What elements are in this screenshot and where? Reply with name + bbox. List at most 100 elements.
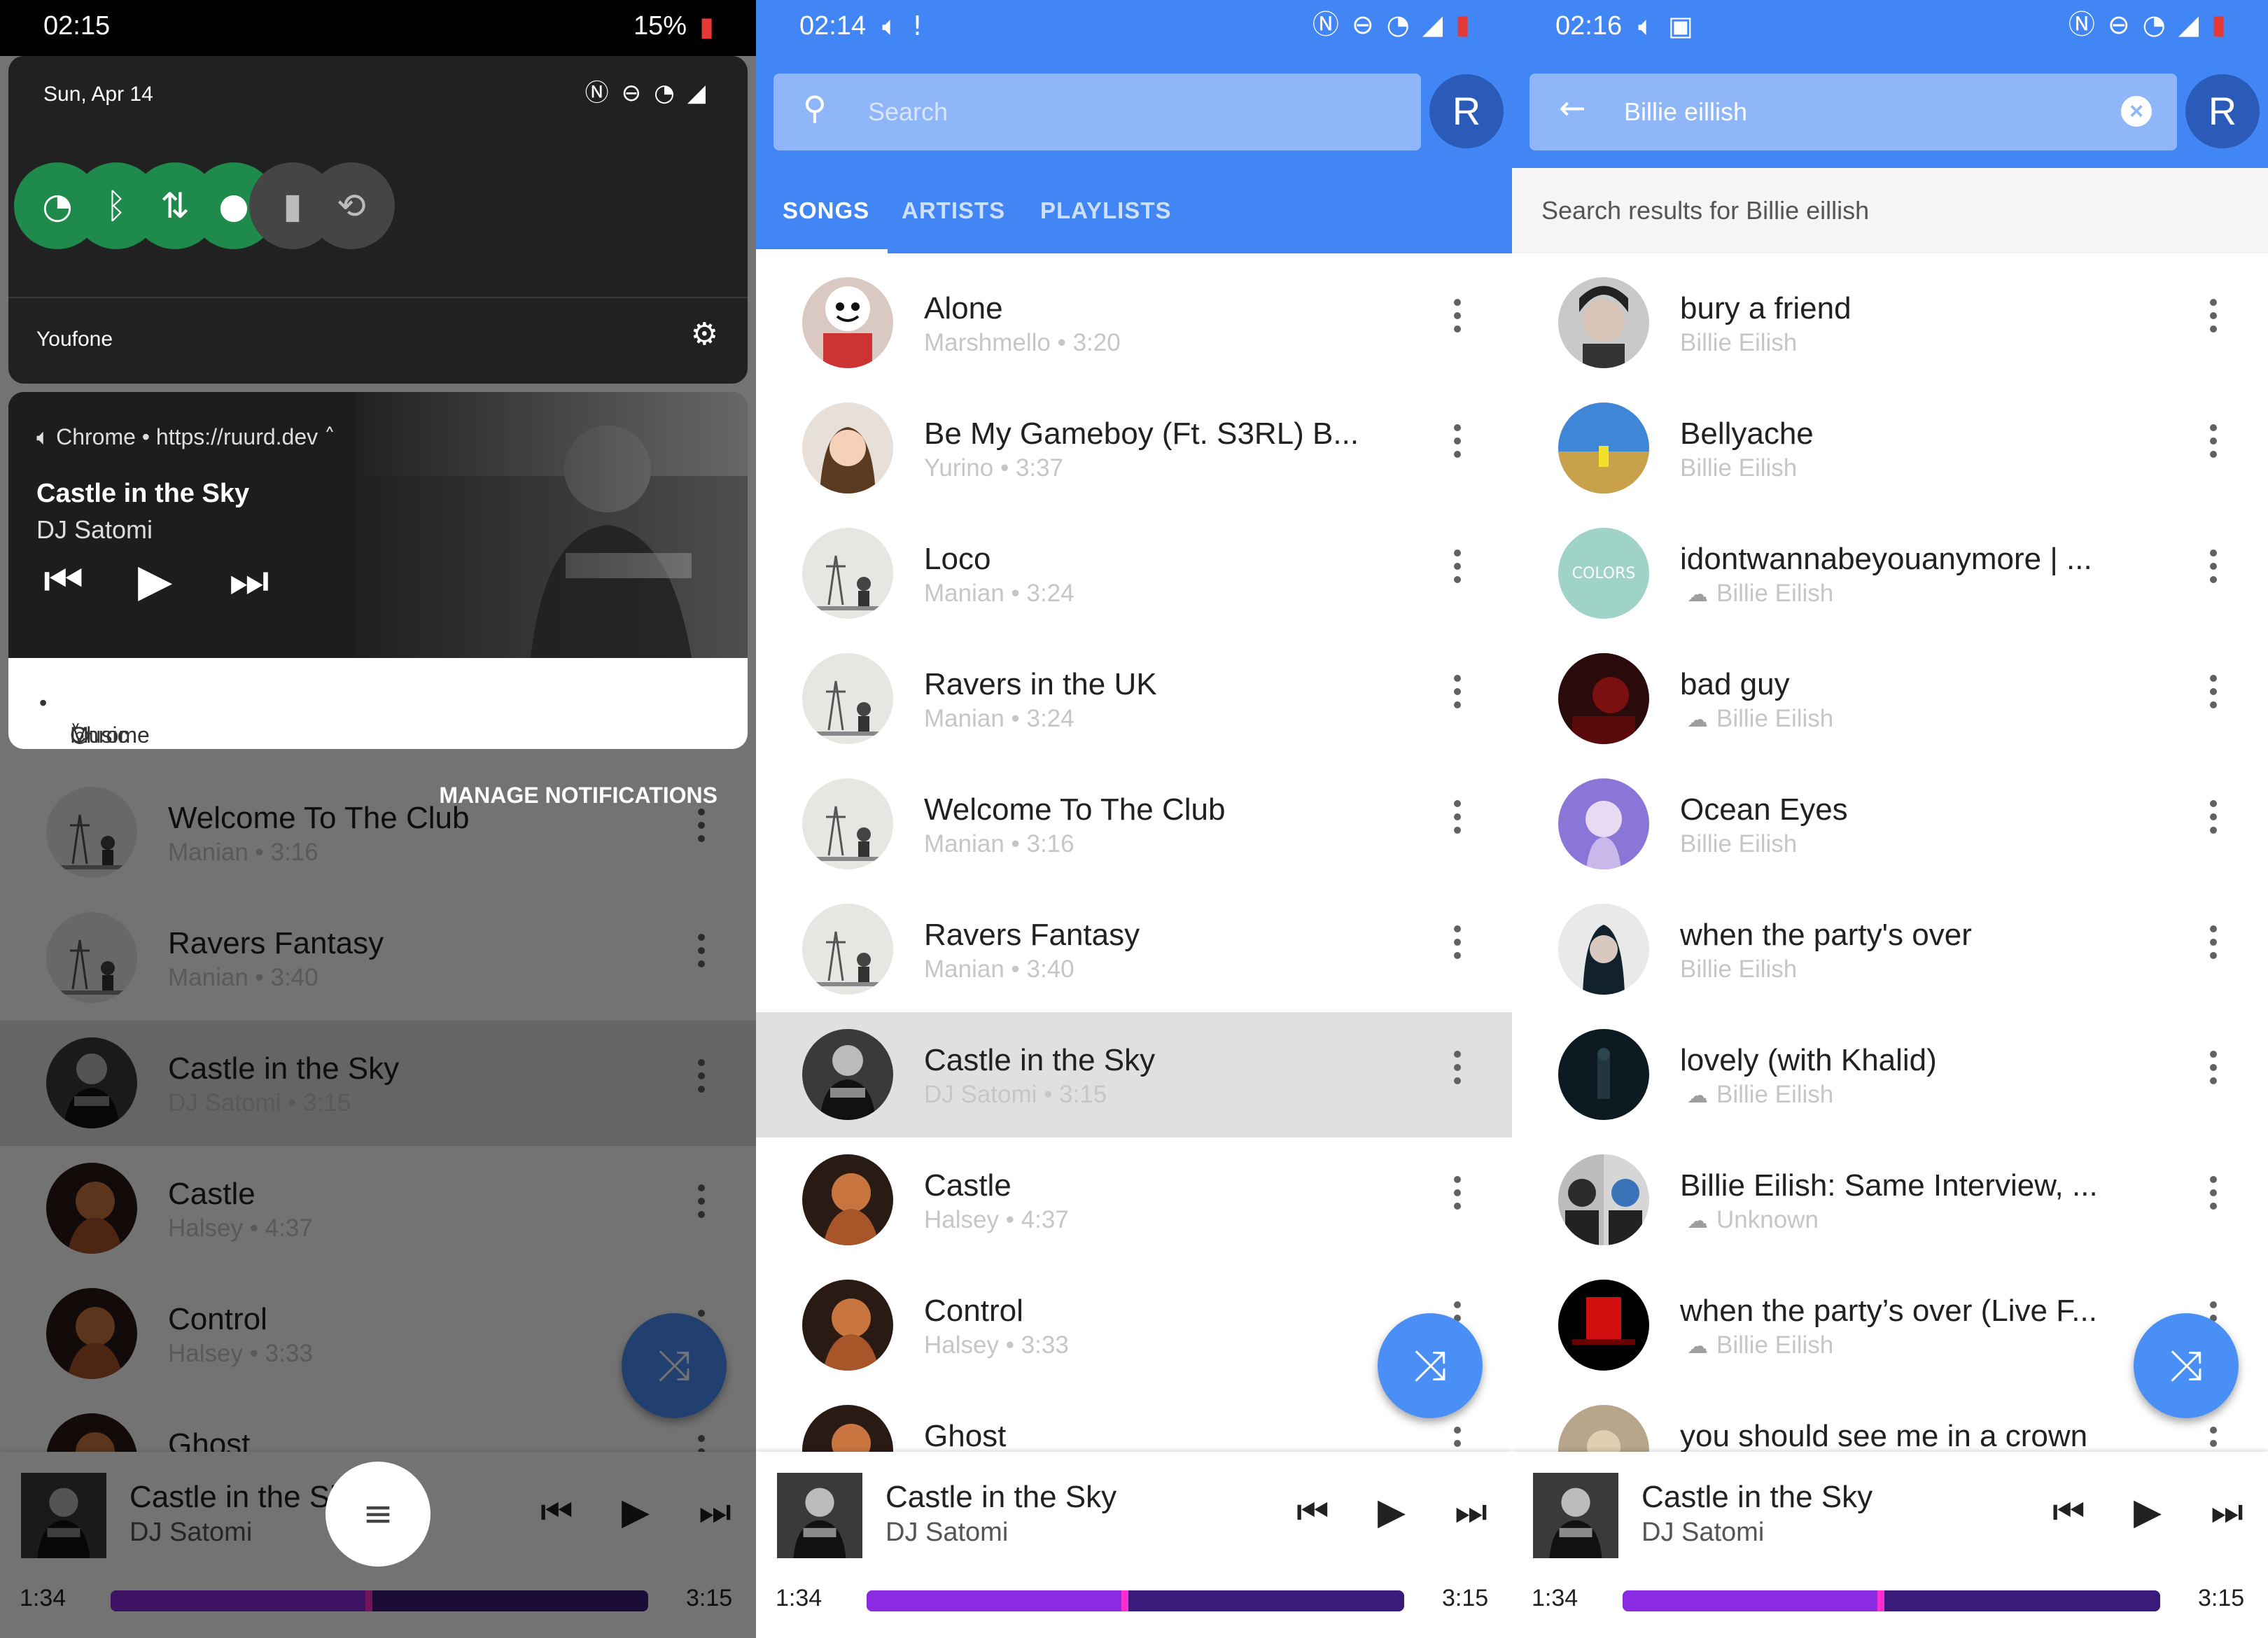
back-arrow-icon[interactable]: ← xyxy=(1559,92,1586,124)
dnd-icon: ⊖ xyxy=(621,79,642,107)
song-row[interactable]: Be My Gameboy (Ft. S3RL) B... Yurino • 3:… xyxy=(756,386,1512,511)
status-bar: 02:14 🔈︎! Ⓝ ⊖ ◔ ◢ ▮ xyxy=(756,0,1512,56)
more-options-icon[interactable] xyxy=(2205,794,2222,857)
qs-tile-auto-rotate[interactable]: ⟲ xyxy=(308,162,395,249)
battery-low-icon: ▮ xyxy=(1455,9,1470,40)
result-row[interactable]: Billie Eilish: Same Interview, ... ☁ Unkno… xyxy=(1512,1138,2268,1263)
song-title: Ghost xyxy=(924,1419,1007,1453)
volume-icon: 🔈︎ xyxy=(36,424,50,450)
more-options-icon[interactable] xyxy=(1449,668,1466,732)
song-title: Ravers Fantasy xyxy=(924,918,1140,952)
cloud-icon: ☁ xyxy=(1687,1334,1708,1359)
more-options-icon[interactable] xyxy=(2205,668,2222,732)
more-options-icon[interactable] xyxy=(1449,418,1466,481)
progress-bar[interactable] xyxy=(867,1590,1404,1611)
tab-bar: SONGS ARTISTS PLAYLISTS xyxy=(756,183,1512,253)
search-input[interactable]: Billie eillish xyxy=(1624,97,1747,127)
clear-search-icon[interactable]: × xyxy=(2121,96,2152,127)
search-bar[interactable]: ← Billie eillish × xyxy=(1530,74,2177,150)
tab-songs[interactable]: SONGS xyxy=(783,197,869,224)
more-options-icon[interactable] xyxy=(2205,1170,2222,1233)
status-time: 02:15 xyxy=(43,11,111,41)
play-button[interactable]: ▶ xyxy=(1378,1494,1406,1530)
song-row[interactable]: Loco Manian • 3:24 xyxy=(756,511,1512,636)
svg-text:COLORS: COLORS xyxy=(1572,565,1636,582)
manage-notifications-button[interactable]: MANAGE NOTIFICATIONS xyxy=(439,783,718,808)
shuffle-fab[interactable]: ⤨ xyxy=(2134,1313,2239,1418)
more-options-icon[interactable] xyxy=(1449,543,1466,606)
nfc-icon: Ⓝ xyxy=(584,79,609,107)
song-row[interactable]: Castle in the Sky DJ Satomi • 3:15 xyxy=(756,1012,1512,1138)
more-options-icon[interactable] xyxy=(2205,293,2222,356)
more-options-icon[interactable] xyxy=(2205,919,2222,982)
clear-all-button[interactable]: ≡ xyxy=(326,1462,430,1567)
player-bar[interactable]: Castle in the Sky DJ Satomi ⏮ ▶ ⏭ 1:34 3:15 xyxy=(756,1452,1512,1638)
volume-icon: 🔈︎ xyxy=(1638,10,1654,41)
quick-settings-panel: Sun, Apr 14 Ⓝ ⊖ ◔ ◢ ◔ ᛒ ⇅ ● ▮ ⟲ Youfone … xyxy=(8,56,748,384)
more-options-icon[interactable] xyxy=(1449,1044,1466,1107)
result-row[interactable]: COLORS idontwannabeyouanymore | ... ☁ Billi… xyxy=(1512,511,2268,636)
settings-gear-icon[interactable]: ⚙ xyxy=(691,319,718,350)
song-row[interactable]: Alone Marshmello • 3:20 xyxy=(756,260,1512,386)
signal-icon: ◢ xyxy=(1422,9,1443,40)
result-title: bury a friend xyxy=(1680,291,1851,326)
result-row[interactable]: Ocean Eyes Billie Eilish xyxy=(1512,762,2268,887)
search-bar[interactable]: ⚲ Search xyxy=(774,74,1421,150)
result-row[interactable]: bad guy ☁ Billie Eilish xyxy=(1512,636,2268,762)
account-avatar[interactable]: R xyxy=(1429,74,1504,148)
album-art xyxy=(802,1029,893,1120)
battery-low-icon: ▮ xyxy=(699,10,714,42)
song-row[interactable]: Castle Halsey • 4:37 xyxy=(756,1138,1512,1263)
results-header: Search results for Billie eillish xyxy=(1512,168,2268,253)
more-options-icon[interactable] xyxy=(2205,543,2222,606)
more-options-icon[interactable] xyxy=(1449,1170,1466,1233)
album-art xyxy=(1558,653,1649,744)
tab-indicator xyxy=(756,249,888,253)
mobile-data-icon: ⇅ xyxy=(160,186,190,226)
album-art xyxy=(802,402,893,493)
result-row[interactable]: when the party's over Billie Eilish xyxy=(1512,887,2268,1012)
progress-knob[interactable] xyxy=(1877,1590,1884,1611)
shuffle-fab[interactable]: ⤨ xyxy=(1378,1313,1483,1418)
more-options-icon[interactable] xyxy=(1449,794,1466,857)
progress-knob[interactable] xyxy=(1121,1590,1128,1611)
elapsed-time: 1:34 xyxy=(776,1585,822,1611)
album-art xyxy=(802,1154,893,1245)
next-button[interactable]: ⏭ xyxy=(2211,1494,2244,1530)
notification-channel-footer[interactable]: ◎ Chrome • Music ˅ xyxy=(8,658,748,749)
result-title: idontwannabeyouanymore | ... xyxy=(1680,542,2092,576)
cloud-icon: ☁ xyxy=(1687,1209,1708,1233)
play-button[interactable]: ▶ xyxy=(2134,1494,2162,1530)
more-options-icon[interactable] xyxy=(2205,418,2222,481)
account-avatar[interactable]: R xyxy=(2185,74,2260,148)
more-options-icon[interactable] xyxy=(1449,293,1466,356)
more-options-icon[interactable] xyxy=(1449,919,1466,982)
media-notification[interactable]: 🔈︎ Chrome • https://ruurd.dev ˄ Castle i… xyxy=(8,392,748,749)
duration-time: 3:15 xyxy=(2198,1585,2245,1611)
tab-playlists[interactable]: PLAYLISTS xyxy=(1040,197,1172,224)
song-row[interactable]: Welcome To The Club Manian • 3:16 xyxy=(756,762,1512,887)
result-row[interactable]: lovely (with Khalid) ☁ Billie Eilish xyxy=(1512,1012,2268,1138)
more-options-icon[interactable] xyxy=(2205,1044,2222,1107)
result-row[interactable]: bury a friend Billie Eilish xyxy=(1512,260,2268,386)
result-row[interactable]: Bellyache Billie Eilish xyxy=(1512,386,2268,511)
player-bar[interactable]: Castle in the Sky DJ Satomi ⏮ ▶ ⏭ 1:34 3:15 xyxy=(1512,1452,2268,1638)
media-play-button[interactable]: ▶ xyxy=(138,559,172,603)
media-prev-button[interactable]: ⏮ xyxy=(43,559,84,603)
song-title: Control xyxy=(924,1294,1023,1328)
progress-bar[interactable] xyxy=(1623,1590,2160,1611)
next-button[interactable]: ⏭ xyxy=(1455,1494,1488,1530)
progress-fill xyxy=(867,1590,1125,1611)
song-title: Be My Gameboy (Ft. S3RL) B... xyxy=(924,416,1359,451)
tab-artists[interactable]: ARTISTS xyxy=(902,197,1005,224)
dnd-icon: ⊖ xyxy=(2107,9,2130,40)
result-title: bad guy xyxy=(1680,667,1790,701)
bluetooth-icon: ᛒ xyxy=(106,186,127,226)
media-next-button[interactable]: ⏭ xyxy=(229,559,270,603)
song-subtitle: DJ Satomi • 3:15 xyxy=(924,1081,1107,1108)
song-row[interactable]: Ravers in the UK Manian • 3:24 xyxy=(756,636,1512,762)
previous-button[interactable]: ⏮ xyxy=(1296,1494,1329,1530)
album-art xyxy=(802,277,893,368)
song-row[interactable]: Ravers Fantasy Manian • 3:40 xyxy=(756,887,1512,1012)
previous-button[interactable]: ⏮ xyxy=(2052,1494,2085,1530)
